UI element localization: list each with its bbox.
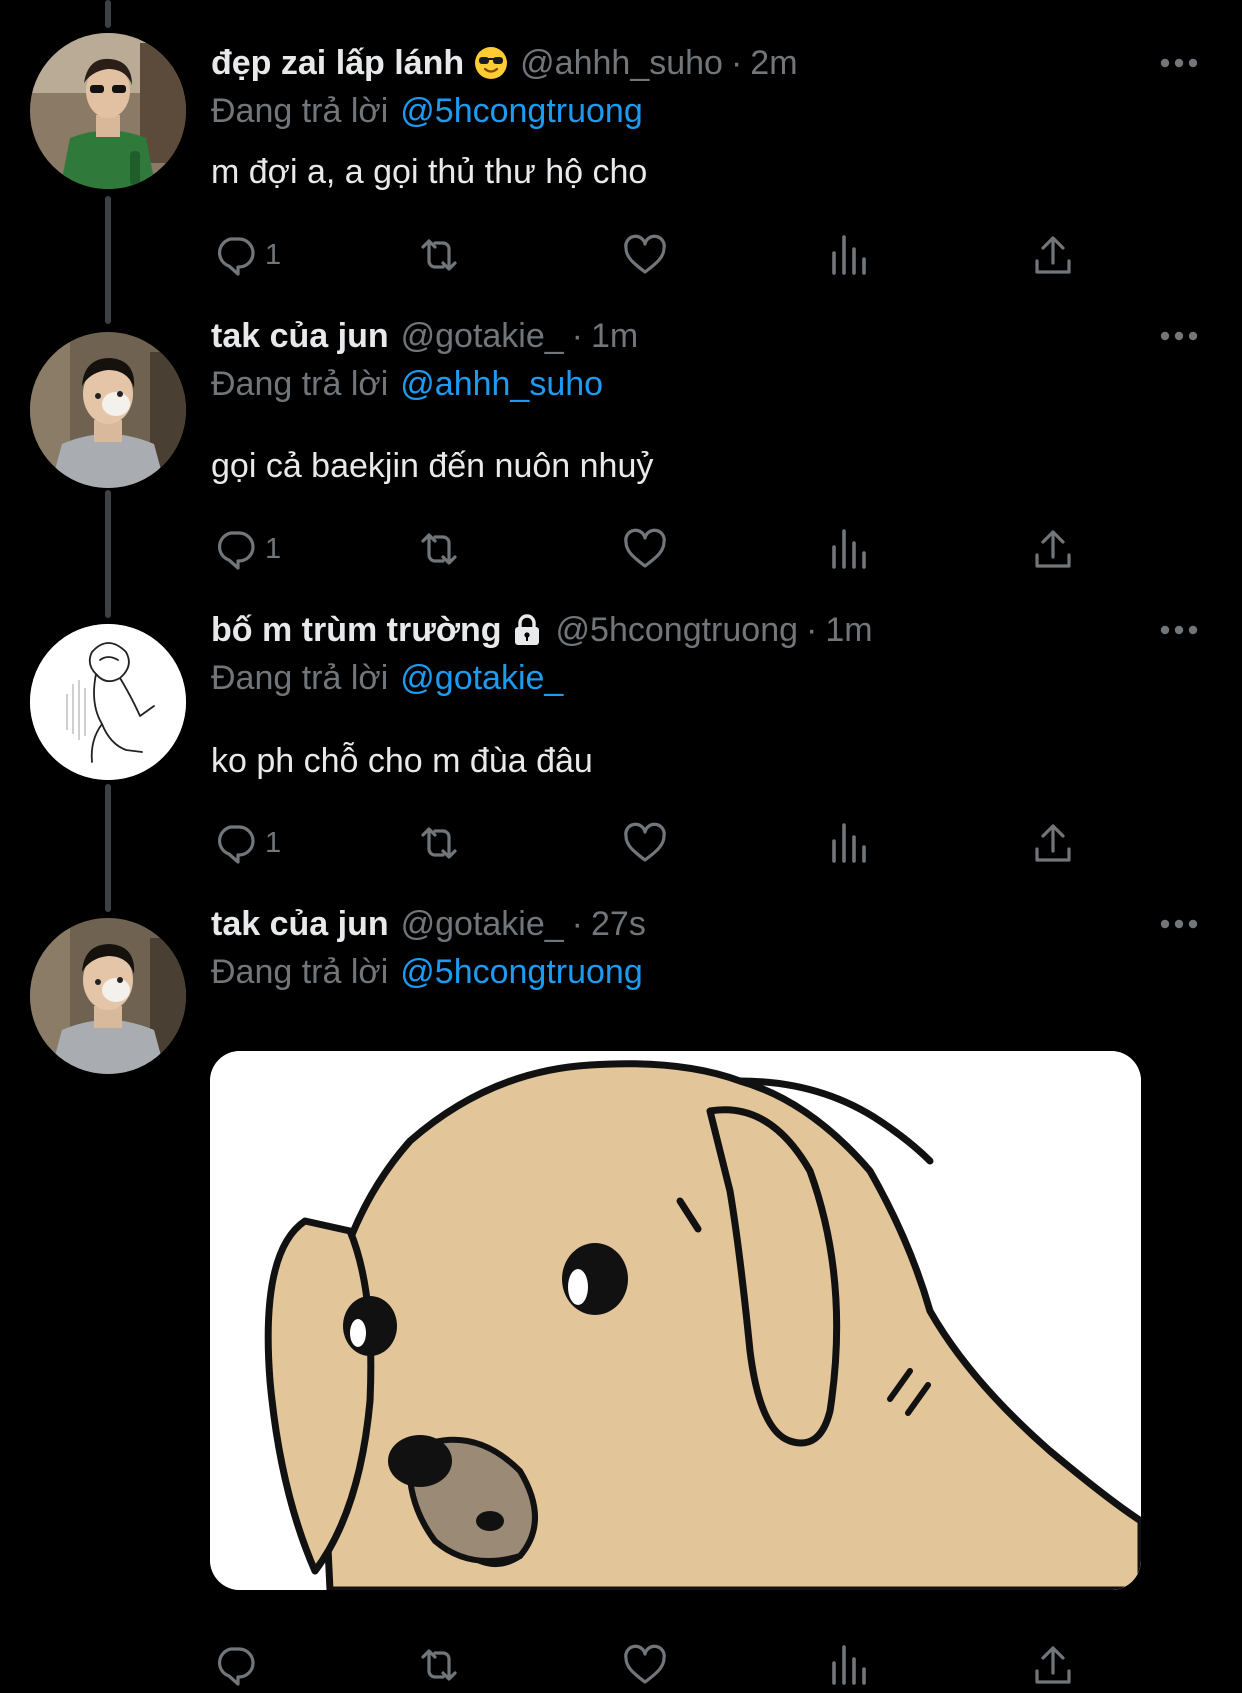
reply-mention-link[interactable]: @5hcongtruong <box>400 92 642 130</box>
replying-label: Đang trả lời <box>211 659 389 697</box>
replying-to: Đang trả lời @gotakie_ <box>211 656 563 700</box>
retweet-icon <box>421 533 457 565</box>
reply-button[interactable]: 1 <box>211 521 281 577</box>
display-name[interactable]: tak của jun <box>211 902 389 946</box>
timestamp[interactable]: 27s <box>591 902 646 946</box>
cartoon-dog-image[interactable] <box>210 1051 1141 1590</box>
retweet-button[interactable] <box>415 227 463 283</box>
retweet-icon <box>421 827 457 859</box>
tweet-text: ko ph chỗ cho m đùa đâu <box>211 742 593 780</box>
retweet-button[interactable] <box>415 1637 463 1693</box>
like-button[interactable] <box>621 227 669 283</box>
analytics-button[interactable] <box>825 815 873 871</box>
more-options-icon[interactable] <box>1157 902 1201 946</box>
retweet-icon <box>421 239 457 271</box>
analytics-button[interactable] <box>825 521 873 577</box>
reply-mention-link[interactable]: @gotakie_ <box>400 659 563 697</box>
like-button[interactable] <box>621 521 669 577</box>
more-options-icon[interactable] <box>1157 314 1201 358</box>
reply-count: 1 <box>265 238 282 271</box>
sunglasses-emoji-icon <box>474 46 508 80</box>
reply-icon <box>218 825 255 864</box>
separator: · <box>730 44 743 82</box>
more-options-icon[interactable] <box>1157 41 1201 85</box>
user-handle[interactable]: @5hcongtruong <box>556 608 798 652</box>
user-handle[interactable]: @gotakie_ <box>401 314 564 358</box>
avatar[interactable] <box>30 33 186 189</box>
tweet-actions: 1 <box>211 227 1091 283</box>
analytics-icon <box>832 529 866 569</box>
avatar[interactable] <box>30 624 186 780</box>
analytics-button[interactable] <box>825 1637 873 1693</box>
replying-label: Đang trả lời <box>211 953 389 991</box>
reply-count: 1 <box>265 826 282 859</box>
reply-icon <box>218 531 255 570</box>
avatar[interactable] <box>30 918 186 1074</box>
reply-icon <box>218 237 255 276</box>
like-button[interactable] <box>621 815 669 871</box>
tweet-header: bố m trùm trường @5hcongtruong · 1m <box>211 608 873 652</box>
tweet-header: đẹp zai lấp lánh @ahhh_suho · 2m <box>211 41 798 85</box>
tweet-actions <box>211 1637 1091 1693</box>
replying-to: Đang trả lời @ahhh_suho <box>211 362 603 406</box>
share-icon <box>1035 236 1071 274</box>
replying-to: Đang trả lời @5hcongtruong <box>211 950 643 994</box>
user-handle[interactable]: @gotakie_ <box>401 902 564 946</box>
separator: · <box>571 317 583 355</box>
analytics-icon <box>832 235 866 275</box>
tweet-actions: 1 <box>211 815 1091 871</box>
share-button[interactable] <box>1029 1637 1077 1693</box>
timestamp[interactable]: 2m <box>750 41 797 85</box>
share-button[interactable] <box>1029 521 1077 577</box>
replying-to: Đang trả lời @5hcongtruong <box>211 89 643 133</box>
reply-mention-link[interactable]: @5hcongtruong <box>400 953 642 991</box>
analytics-button[interactable] <box>825 227 873 283</box>
reply-button[interactable]: 1 <box>211 815 281 871</box>
avatar[interactable] <box>30 332 186 488</box>
more-options-icon[interactable] <box>1157 608 1201 652</box>
tweet-text: m đợi a, a gọi thủ thư hộ cho <box>211 153 648 191</box>
heart-icon <box>624 528 666 568</box>
tweet-actions: 1 <box>211 521 1091 577</box>
share-button[interactable] <box>1029 815 1077 871</box>
tweet-text: gọi cả baekjin đến nuôn nhuỷ <box>211 447 654 485</box>
share-icon <box>1035 530 1071 568</box>
replying-label: Đang trả lời <box>211 365 389 403</box>
heart-icon <box>624 234 666 274</box>
tweet-header: tak của jun @gotakie_ · 1m <box>211 314 638 358</box>
display-name[interactable]: tak của jun <box>211 314 389 358</box>
lock-icon <box>510 613 544 647</box>
timestamp[interactable]: 1m <box>825 608 872 652</box>
share-icon <box>1035 824 1071 862</box>
like-button[interactable] <box>621 1637 669 1693</box>
separator: · <box>571 905 583 943</box>
tweet[interactable]: bố m trùm trường @5hcongtruong · 1m Đang… <box>0 588 1242 882</box>
display-name[interactable]: đẹp zai lấp lánh <box>211 41 464 85</box>
tweet[interactable]: tak của jun @gotakie_ · 1m Đang trả lời @… <box>0 294 1242 588</box>
timestamp[interactable]: 1m <box>591 314 638 358</box>
tweet-header: tak của jun @gotakie_ · 27s <box>211 902 646 946</box>
user-handle[interactable]: @ahhh_suho <box>520 41 723 85</box>
reply-count: 1 <box>265 532 282 565</box>
heart-icon <box>624 822 666 862</box>
reply-button[interactable]: 1 <box>211 227 281 283</box>
reply-mention-link[interactable]: @ahhh_suho <box>400 365 603 403</box>
retweet-button[interactable] <box>415 815 463 871</box>
analytics-icon <box>832 823 866 863</box>
reply-button[interactable] <box>211 1637 265 1693</box>
retweet-button[interactable] <box>415 521 463 577</box>
tweet[interactable]: đẹp zai lấp lánh @ahhh_suho · 2m Đang tr… <box>0 0 1242 294</box>
separator: · <box>806 611 818 649</box>
display-name[interactable]: bố m trùm trường <box>211 608 502 652</box>
share-button[interactable] <box>1029 227 1077 283</box>
replying-label: Đang trả lời <box>211 92 389 130</box>
